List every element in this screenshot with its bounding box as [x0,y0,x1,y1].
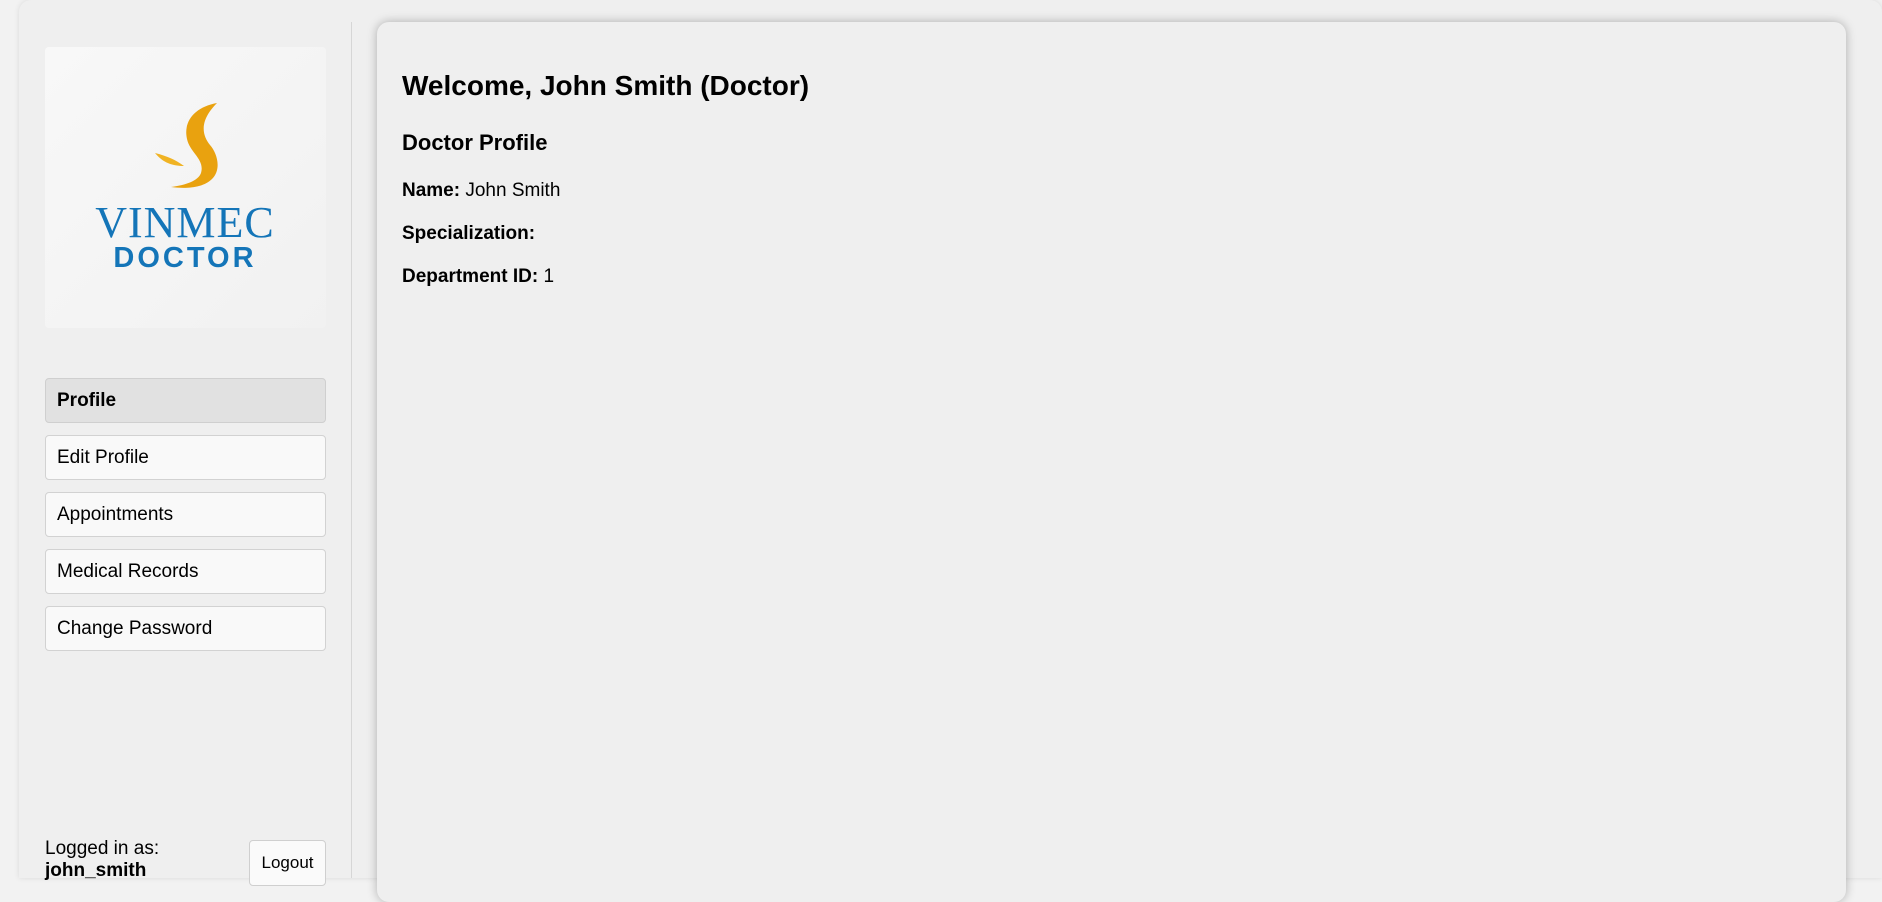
name-label: Name: [402,180,461,201]
department-id-field: Department ID: 1 [402,266,554,288]
username: john_smith [45,860,147,881]
department-id-label: Department ID: [402,266,539,287]
name-value: John Smith [465,180,561,201]
flame-logo-icon: VINMEC DOCTOR [95,103,275,274]
main-content: Welcome, John Smith (Doctor) Doctor Prof… [377,22,1846,902]
logged-in-label: Logged in as: [45,838,160,859]
logo-brand-text: VINMEC [95,198,275,247]
sidebar-nav: Profile Edit Profile Appointments Medica… [45,378,326,663]
profile-section-title: Doctor Profile [402,130,548,155]
nav-item-profile[interactable]: Profile [45,378,326,423]
logged-in-user: Logged in as: john_smith [45,838,159,882]
specialization-label: Specialization: [402,223,536,244]
name-field: Name: John Smith [402,180,560,202]
nav-item-edit-profile[interactable]: Edit Profile [45,435,326,480]
logout-button[interactable]: Logout [249,840,326,886]
vinmec-doctor-logo: VINMEC DOCTOR [45,47,326,328]
nav-item-medical-records[interactable]: Medical Records [45,549,326,594]
nav-item-change-password[interactable]: Change Password [45,606,326,651]
logo-sub-text: DOCTOR [113,242,256,274]
welcome-heading: Welcome, John Smith (Doctor) [402,70,810,101]
department-id-value: 1 [543,266,555,287]
nav-item-appointments[interactable]: Appointments [45,492,326,537]
app-window: VINMEC DOCTOR Profile Edit Profile Appoi… [19,0,1882,902]
sidebar: VINMEC DOCTOR Profile Edit Profile Appoi… [19,22,352,886]
specialization-field: Specialization: [402,223,535,245]
